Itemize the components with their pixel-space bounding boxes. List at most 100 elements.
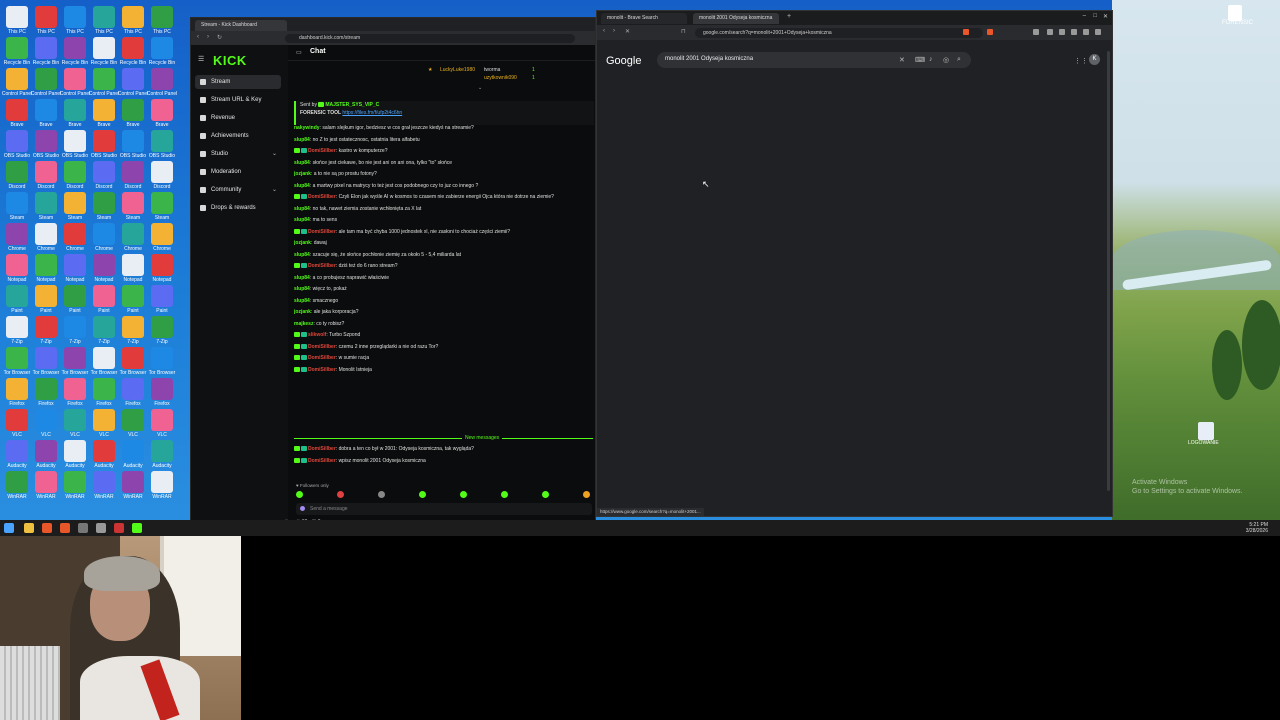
desktop-app-icon[interactable] xyxy=(35,285,57,307)
chat-username[interactable]: slup84 xyxy=(294,252,310,258)
desktop-app-icon[interactable] xyxy=(151,37,173,59)
desktop-app-icon[interactable] xyxy=(122,161,144,183)
desktop-app-icon[interactable] xyxy=(151,409,173,431)
desktop-app-icon[interactable] xyxy=(93,192,115,214)
wallet-icon[interactable] xyxy=(1071,29,1077,35)
reload-icon[interactable]: ↻ xyxy=(217,34,222,41)
desktop-app-icon[interactable] xyxy=(93,347,115,369)
sidebar-item-drops-rewards[interactable]: Drops & rewards xyxy=(195,201,281,215)
desktop-app-icon[interactable] xyxy=(93,68,115,90)
chat-username[interactable]: slup84 xyxy=(294,286,310,292)
chat-username[interactable]: jozjank xyxy=(294,309,311,315)
brave-rewards-icon[interactable] xyxy=(987,29,993,35)
desktop-app-icon[interactable] xyxy=(151,347,173,369)
desktop-app-icon[interactable] xyxy=(64,378,86,400)
desktop-app-icon[interactable] xyxy=(6,471,28,493)
desktop-app-icon[interactable] xyxy=(151,378,173,400)
desktop-app-icon[interactable] xyxy=(122,316,144,338)
desktop-app-icon[interactable] xyxy=(151,68,173,90)
desktop-app-icon[interactable] xyxy=(6,6,28,28)
desktop-app-icon[interactable] xyxy=(151,285,173,307)
desktop-app-icon[interactable] xyxy=(6,223,28,245)
bookmark-icon[interactable]: ⊓ xyxy=(681,28,686,35)
account-avatar[interactable]: K xyxy=(1089,54,1100,65)
sidebar-icon[interactable] xyxy=(1033,29,1039,35)
chevron-down-icon[interactable]: ⌄ xyxy=(272,183,277,197)
sidebar-item-stream-url-key[interactable]: Stream URL & Key xyxy=(195,93,281,107)
sidebar-item-stream[interactable]: Stream xyxy=(195,75,281,89)
desktop-app-icon[interactable] xyxy=(93,409,115,431)
maximize-icon[interactable]: □ xyxy=(1093,13,1097,19)
browser-tab-active[interactable]: monolit 2001 Odyseja kosmiczna xyxy=(693,13,779,24)
chat-username[interactable]: majkesz xyxy=(294,321,313,327)
desktop-app-icon[interactable] xyxy=(122,223,144,245)
desktop-file-icon[interactable] xyxy=(1228,5,1242,21)
chat-username[interactable]: DomiSillber xyxy=(308,355,336,361)
kick-logo[interactable]: KICK xyxy=(213,53,247,68)
desktop-app-icon[interactable] xyxy=(35,316,57,338)
chat-username[interactable]: slup84 xyxy=(294,217,310,223)
sidebar-item-community[interactable]: Community ⌄ xyxy=(195,183,281,197)
chat-username[interactable]: DomiSillber xyxy=(308,367,336,373)
desktop-app-icon[interactable] xyxy=(6,130,28,152)
kick-tab[interactable]: Stream - Kick Dashboard xyxy=(195,20,287,31)
pinned-link[interactable]: https://files.fm/f/ufp2t4c6hn xyxy=(342,110,402,116)
back-icon[interactable]: ‹ xyxy=(603,28,605,34)
desktop-app-icon[interactable] xyxy=(122,192,144,214)
vpn-icon[interactable] xyxy=(1083,29,1089,35)
desktop-app-icon[interactable] xyxy=(151,99,173,121)
chat-username[interactable]: slup84 xyxy=(294,206,310,212)
chat-username[interactable]: DomiSillber xyxy=(308,194,336,200)
desktop-app-icon[interactable] xyxy=(6,285,28,307)
desktop-app-icon[interactable] xyxy=(64,440,86,462)
emote-icon[interactable] xyxy=(542,491,549,498)
new-messages-divider[interactable]: New messages xyxy=(288,435,595,441)
desktop-app-icon[interactable] xyxy=(93,471,115,493)
emote-icon[interactable] xyxy=(460,491,467,498)
menu-icon[interactable]: ☰ xyxy=(198,55,204,63)
desktop-app-icon[interactable] xyxy=(122,409,144,431)
desktop-app-icon[interactable] xyxy=(6,347,28,369)
close-icon[interactable]: ✕ xyxy=(1103,13,1108,20)
google-search-input[interactable]: monolit 2001 Odyseja kosmiczna ✕ ⌨ ♪ ◎ ⌕ xyxy=(657,52,971,68)
desktop-app-icon[interactable] xyxy=(122,285,144,307)
desktop-app-icon[interactable] xyxy=(151,6,173,28)
chat-username[interactable]: DomiSillber xyxy=(308,344,336,350)
chat-username[interactable]: DomiSillber xyxy=(308,458,336,464)
desktop-app-icon[interactable] xyxy=(6,254,28,276)
kick-url-input[interactable]: dashboard.kick.com/stream xyxy=(285,34,575,43)
desktop-app-icon[interactable] xyxy=(93,37,115,59)
desktop-app-icon[interactable] xyxy=(64,37,86,59)
desktop-app-icon[interactable] xyxy=(35,6,57,28)
desktop-app-icon[interactable] xyxy=(151,223,173,245)
microphone-icon[interactable]: ♪ xyxy=(929,56,933,63)
desktop-app-icon[interactable] xyxy=(64,285,86,307)
desktop-app-icon[interactable] xyxy=(6,99,28,121)
desktop-app-icon[interactable] xyxy=(6,316,28,338)
desktop-app-icon[interactable] xyxy=(35,223,57,245)
desktop-app-icon[interactable] xyxy=(93,285,115,307)
desktop-app-icon[interactable] xyxy=(6,409,28,431)
desktop-app-icon[interactable] xyxy=(35,378,57,400)
desktop-app-icon[interactable] xyxy=(151,130,173,152)
desktop-app-icon[interactable] xyxy=(64,99,86,121)
desktop-app-icon[interactable] xyxy=(35,68,57,90)
brave-shield-icon[interactable] xyxy=(963,29,969,35)
menu-icon[interactable] xyxy=(1095,29,1101,35)
chat-username[interactable]: DomiSillber xyxy=(308,148,336,154)
desktop-app-icon[interactable] xyxy=(64,6,86,28)
desktop-app-icon[interactable] xyxy=(151,471,173,493)
desktop-app-icon[interactable] xyxy=(122,68,144,90)
desktop-app-icon[interactable] xyxy=(122,130,144,152)
desktop-app-icon[interactable] xyxy=(93,130,115,152)
keyboard-icon[interactable]: ⌨ xyxy=(915,56,925,64)
desktop-app-icon[interactable] xyxy=(122,378,144,400)
desktop-app-icon[interactable] xyxy=(64,471,86,493)
obs-icon[interactable] xyxy=(78,523,88,533)
chat-username[interactable]: slup84 xyxy=(294,275,310,281)
desktop-app-icon[interactable] xyxy=(64,130,86,152)
desktop-app-icon[interactable] xyxy=(64,68,86,90)
emote-icon[interactable] xyxy=(378,491,385,498)
desktop-app-icon[interactable] xyxy=(6,68,28,90)
start-icon[interactable] xyxy=(4,523,14,533)
